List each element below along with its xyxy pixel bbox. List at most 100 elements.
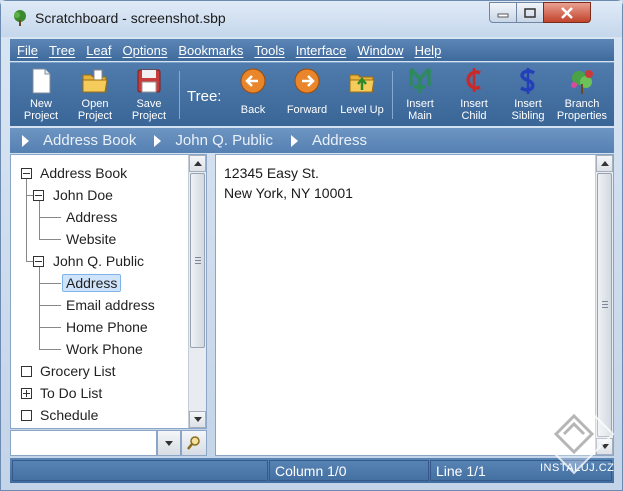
tree-node-jqp-email[interactable]: Email address — [66, 297, 155, 313]
collapse-toggle-icon[interactable] — [21, 168, 32, 179]
menu-bar: File Tree Leaf Options Bookmarks Tools I… — [10, 39, 614, 61]
editor-line-1[interactable]: 12345 Easy St. — [224, 165, 319, 181]
insert-main-label-2: Main — [408, 110, 432, 122]
status-bar: Column 1/0 Line 1/1 — [10, 458, 614, 483]
editor-line-2[interactable]: New York, NY 10001 — [224, 185, 353, 201]
close-button[interactable] — [543, 2, 591, 23]
insert-child-button[interactable]: Insert Child — [450, 66, 498, 124]
tree-app-icon — [14, 10, 26, 26]
tree-node-jqp-work-phone[interactable]: Work Phone — [66, 341, 143, 357]
tree-node-grocery-list[interactable]: Grocery List — [40, 363, 115, 379]
title-bar[interactable]: Scratchboard - screenshot.sbp — [1, 1, 622, 37]
new-project-label-1: New — [29, 98, 52, 110]
maximize-button[interactable] — [516, 2, 544, 23]
tree-connector — [26, 195, 27, 261]
breadcrumb-item-address[interactable]: Address — [312, 132, 367, 149]
tree-node-john-q-public[interactable]: John Q. Public — [53, 253, 144, 269]
tree-node-jqp-home-phone[interactable]: Home Phone — [66, 319, 148, 335]
tree-connector — [39, 267, 40, 349]
menu-leaf[interactable]: Leaf — [86, 43, 111, 58]
forward-label: Forward — [286, 104, 328, 116]
menu-tree[interactable]: Tree — [49, 43, 75, 58]
menu-help[interactable]: Help — [415, 43, 442, 58]
search-icon — [187, 436, 200, 450]
breadcrumb-item-address-book[interactable]: Address Book — [43, 132, 136, 149]
search-input[interactable] — [10, 430, 157, 456]
tree-scrollbar[interactable] — [188, 155, 206, 428]
tree-connector — [39, 305, 61, 306]
search-button[interactable] — [181, 430, 207, 456]
tree-connector — [26, 261, 33, 262]
tree-pane: Address Book John Doe Address Website Jo… — [10, 154, 207, 429]
collapse-toggle-icon[interactable] — [33, 190, 44, 201]
tree-node-to-do-list[interactable]: To Do List — [40, 385, 102, 401]
leaf-box-icon[interactable] — [21, 410, 32, 421]
tree-node-address-book[interactable]: Address Book — [40, 165, 127, 181]
open-folder-icon — [82, 69, 108, 93]
breadcrumb-arrow-icon[interactable] — [154, 134, 162, 147]
breadcrumb-item-john-q-public[interactable]: John Q. Public — [175, 132, 273, 149]
branch-properties-button[interactable]: Branch Properties — [553, 66, 611, 124]
level-up-button[interactable]: Level Up — [336, 66, 388, 124]
branch-properties-icon — [571, 70, 593, 94]
chevron-down-icon — [193, 417, 202, 422]
save-project-label-2: Project — [131, 110, 167, 122]
chevron-down-icon — [165, 440, 173, 446]
menu-tools[interactable]: Tools — [254, 43, 284, 58]
insert-child-label-1: Insert — [460, 98, 488, 110]
tree-node-john-doe-address[interactable]: Address — [66, 209, 117, 225]
scroll-thumb[interactable] — [190, 173, 205, 348]
expand-toggle-icon[interactable] — [21, 388, 32, 399]
menu-bookmarks[interactable]: Bookmarks — [178, 43, 243, 58]
back-arrow-icon — [240, 68, 266, 94]
insert-sibling-button[interactable]: Insert Sibling — [503, 66, 553, 124]
collapse-toggle-icon[interactable] — [33, 256, 44, 267]
insert-main-icon — [409, 67, 431, 93]
tree-connector — [39, 217, 61, 218]
watermark-text: INSTALUJ.CZ — [540, 462, 615, 474]
menu-interface[interactable]: Interface — [296, 43, 347, 58]
menu-window[interactable]: Window — [357, 43, 403, 58]
window-title: Scratchboard - screenshot.sbp — [35, 10, 226, 26]
insert-sibling-icon — [520, 68, 535, 94]
minimize-button[interactable] — [489, 2, 517, 23]
breadcrumb: Address Book John Q. Public Address — [10, 128, 614, 153]
forward-button[interactable]: Forward — [282, 66, 332, 124]
tree-connector — [39, 239, 61, 240]
open-project-label-1: Open — [81, 98, 109, 110]
scroll-down-button[interactable] — [189, 411, 206, 428]
branch-properties-label-1: Branch — [564, 98, 600, 110]
new-project-button[interactable]: New Project — [16, 66, 66, 124]
tree-connector — [39, 283, 61, 284]
save-project-label-1: Save — [136, 98, 162, 110]
back-button[interactable]: Back — [230, 66, 276, 124]
toolbar: New Project Open Project Save Project Tr… — [10, 62, 614, 126]
forward-arrow-icon — [294, 68, 320, 94]
tree-node-schedule[interactable]: Schedule — [40, 407, 98, 423]
close-icon — [561, 6, 573, 19]
status-column: Column 1/0 — [269, 460, 429, 481]
grip-line — [195, 257, 201, 258]
app-window: Scratchboard - screenshot.sbp File Tree … — [0, 0, 623, 491]
open-project-button[interactable]: Open Project — [70, 66, 120, 124]
grip-line — [602, 307, 608, 308]
chevron-up-icon — [193, 161, 202, 166]
scroll-up-button[interactable] — [596, 155, 613, 172]
tree-node-jqp-address[interactable]: Address — [62, 274, 122, 292]
scroll-up-button[interactable] — [189, 155, 206, 172]
search-dropdown-button[interactable] — [157, 430, 181, 456]
insert-child-icon — [466, 68, 481, 92]
leaf-box-icon[interactable] — [21, 366, 32, 377]
menu-file[interactable]: File — [17, 43, 38, 58]
tree-node-john-doe[interactable]: John Doe — [53, 187, 113, 203]
tree-connector — [26, 195, 33, 196]
tree-node-john-doe-website[interactable]: Website — [66, 231, 116, 247]
insert-sibling-label-2: Sibling — [511, 110, 545, 122]
tree-label: Tree: — [187, 88, 222, 105]
save-project-button[interactable]: Save Project — [124, 66, 174, 124]
insert-main-button[interactable]: Insert Main — [396, 66, 444, 124]
breadcrumb-arrow-icon[interactable] — [290, 134, 298, 147]
breadcrumb-arrow-icon[interactable] — [22, 134, 29, 147]
menu-options[interactable]: Options — [123, 43, 168, 58]
status-cell-empty — [12, 460, 268, 481]
